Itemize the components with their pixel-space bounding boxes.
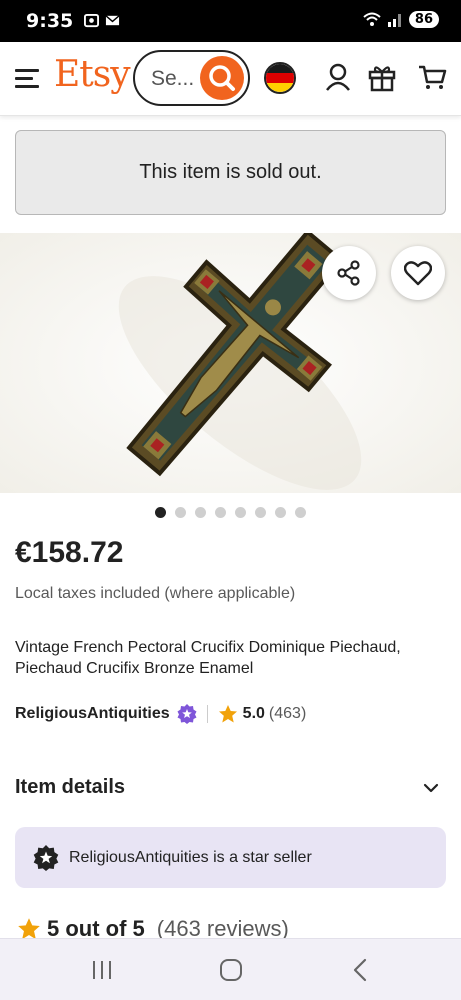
favorite-button[interactable] bbox=[391, 246, 445, 300]
carousel-dot[interactable] bbox=[195, 507, 206, 518]
carousel-dot[interactable] bbox=[175, 507, 186, 518]
star-seller-icon bbox=[33, 844, 59, 871]
status-bar: 9:35 86 bbox=[0, 0, 461, 42]
mail-icon bbox=[105, 15, 120, 26]
signal-icon bbox=[387, 14, 401, 27]
carousel-dot[interactable] bbox=[255, 507, 266, 518]
sold-out-banner: This item is sold out. bbox=[15, 130, 446, 215]
battery-indicator: 86 bbox=[408, 11, 439, 28]
account-icon[interactable] bbox=[323, 62, 353, 92]
system-nav-bar bbox=[0, 938, 461, 1000]
rating-count[interactable]: (463) bbox=[269, 705, 306, 723]
search-input[interactable]: Se... bbox=[133, 50, 250, 106]
carousel-dot[interactable] bbox=[275, 507, 286, 518]
product-image[interactable] bbox=[0, 233, 461, 493]
tax-note: Local taxes included (where applicable) bbox=[15, 585, 296, 602]
product-price: €158.72 bbox=[15, 536, 124, 569]
carousel-dot[interactable] bbox=[155, 507, 166, 518]
star-seller-text: ReligiousAntiquities is a star seller bbox=[69, 848, 312, 866]
carousel-dot[interactable] bbox=[235, 507, 246, 518]
gift-icon[interactable] bbox=[367, 62, 397, 92]
status-right-icons: 86 bbox=[363, 11, 439, 28]
search-button[interactable] bbox=[200, 56, 244, 100]
image-carousel-dots[interactable] bbox=[0, 507, 461, 518]
star-icon bbox=[218, 705, 237, 723]
carousel-dot[interactable] bbox=[295, 507, 306, 518]
seller-name-link[interactable]: ReligiousAntiquities bbox=[15, 705, 170, 723]
menu-icon[interactable] bbox=[15, 66, 41, 90]
recent-apps-icon[interactable] bbox=[90, 957, 114, 983]
cart-icon[interactable] bbox=[417, 62, 447, 92]
chevron-down-icon bbox=[423, 783, 439, 793]
status-notification-icons bbox=[84, 13, 120, 28]
star-seller-banner: ReligiousAntiquities is a star seller bbox=[15, 827, 446, 888]
wifi-icon bbox=[363, 12, 381, 26]
divider bbox=[206, 705, 208, 723]
carousel-dot[interactable] bbox=[215, 507, 226, 518]
search-icon bbox=[209, 65, 235, 91]
back-icon[interactable] bbox=[350, 957, 370, 983]
home-icon[interactable] bbox=[218, 957, 244, 983]
star-seller-badge-icon bbox=[177, 704, 197, 724]
share-button[interactable] bbox=[322, 246, 376, 300]
etsy-logo[interactable]: Etsy bbox=[54, 54, 131, 95]
screenshot-icon bbox=[84, 13, 99, 28]
germany-flag-icon[interactable] bbox=[264, 62, 296, 94]
item-details-accordion[interactable]: Item details bbox=[15, 776, 445, 802]
rating-value: 5.0 bbox=[242, 705, 265, 722]
share-icon bbox=[337, 260, 360, 286]
search-placeholder: Se... bbox=[151, 67, 195, 90]
seller-row: ReligiousAntiquities 5.0 (463) bbox=[15, 703, 306, 725]
item-details-label: Item details bbox=[15, 776, 126, 798]
heart-icon bbox=[404, 261, 432, 286]
status-time: 9:35 bbox=[26, 10, 74, 32]
product-title: Vintage French Pectoral Crucifix Dominiq… bbox=[15, 639, 401, 677]
app-header: Etsy Se... bbox=[0, 42, 461, 116]
